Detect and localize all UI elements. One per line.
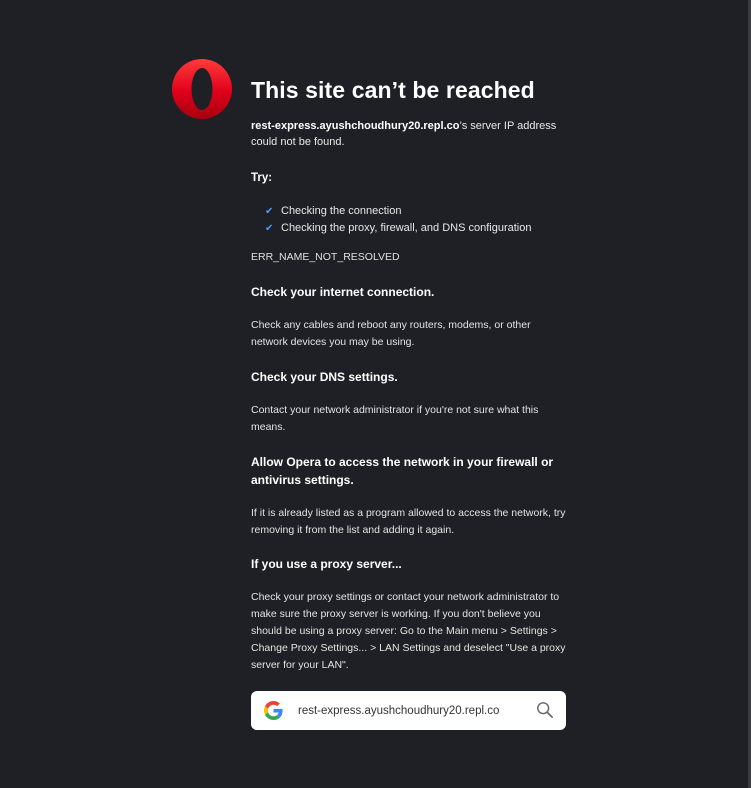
checkmark-icon: ✔: [265, 223, 274, 234]
host-name: rest-express.ayushchoudhury20.repl.co: [251, 120, 460, 132]
section-body-firewall: If it is already listed as a program all…: [251, 507, 566, 536]
try-label: Try:: [251, 172, 273, 184]
section-title-proxy: If you use a proxy server...: [251, 557, 402, 571]
google-icon: [264, 701, 283, 720]
suggestion-label: Checking the connection: [281, 205, 402, 217]
suggestion-list: ✔ Checking the connection ✔ Checking the…: [251, 203, 569, 237]
search-input[interactable]: rest-express.ayushchoudhury20.repl.co: [298, 703, 499, 719]
page-title: This site can’t be reached: [251, 77, 535, 103]
section-body-proxy: Check your proxy settings or contact you…: [251, 591, 566, 671]
section-title-internet: Check your internet connection.: [251, 285, 435, 299]
section-title-dns: Check your DNS settings.: [251, 370, 398, 384]
checkmark-icon: ✔: [265, 206, 274, 217]
section-title-firewall: Allow Opera to access the network in you…: [251, 455, 554, 487]
opera-logo-icon: [172, 59, 232, 119]
error-content: This site can’t be reached rest-express.…: [251, 74, 569, 674]
section-body-internet: Check any cables and reboot any routers,…: [251, 319, 531, 348]
suggestion-label: Checking the proxy, firewall, and DNS co…: [281, 222, 532, 234]
search-icon[interactable]: [536, 701, 554, 719]
list-item: ✔ Checking the connection: [265, 203, 569, 220]
error-code: ERR_NAME_NOT_RESOLVED: [251, 251, 400, 263]
list-item: ✔ Checking the proxy, firewall, and DNS …: [265, 220, 569, 237]
search-box[interactable]: rest-express.ayushchoudhury20.repl.co: [251, 691, 566, 730]
section-body-dns: Contact your network administrator if yo…: [251, 404, 539, 433]
host-message: rest-express.ayushchoudhury20.repl.co’s …: [251, 118, 569, 150]
